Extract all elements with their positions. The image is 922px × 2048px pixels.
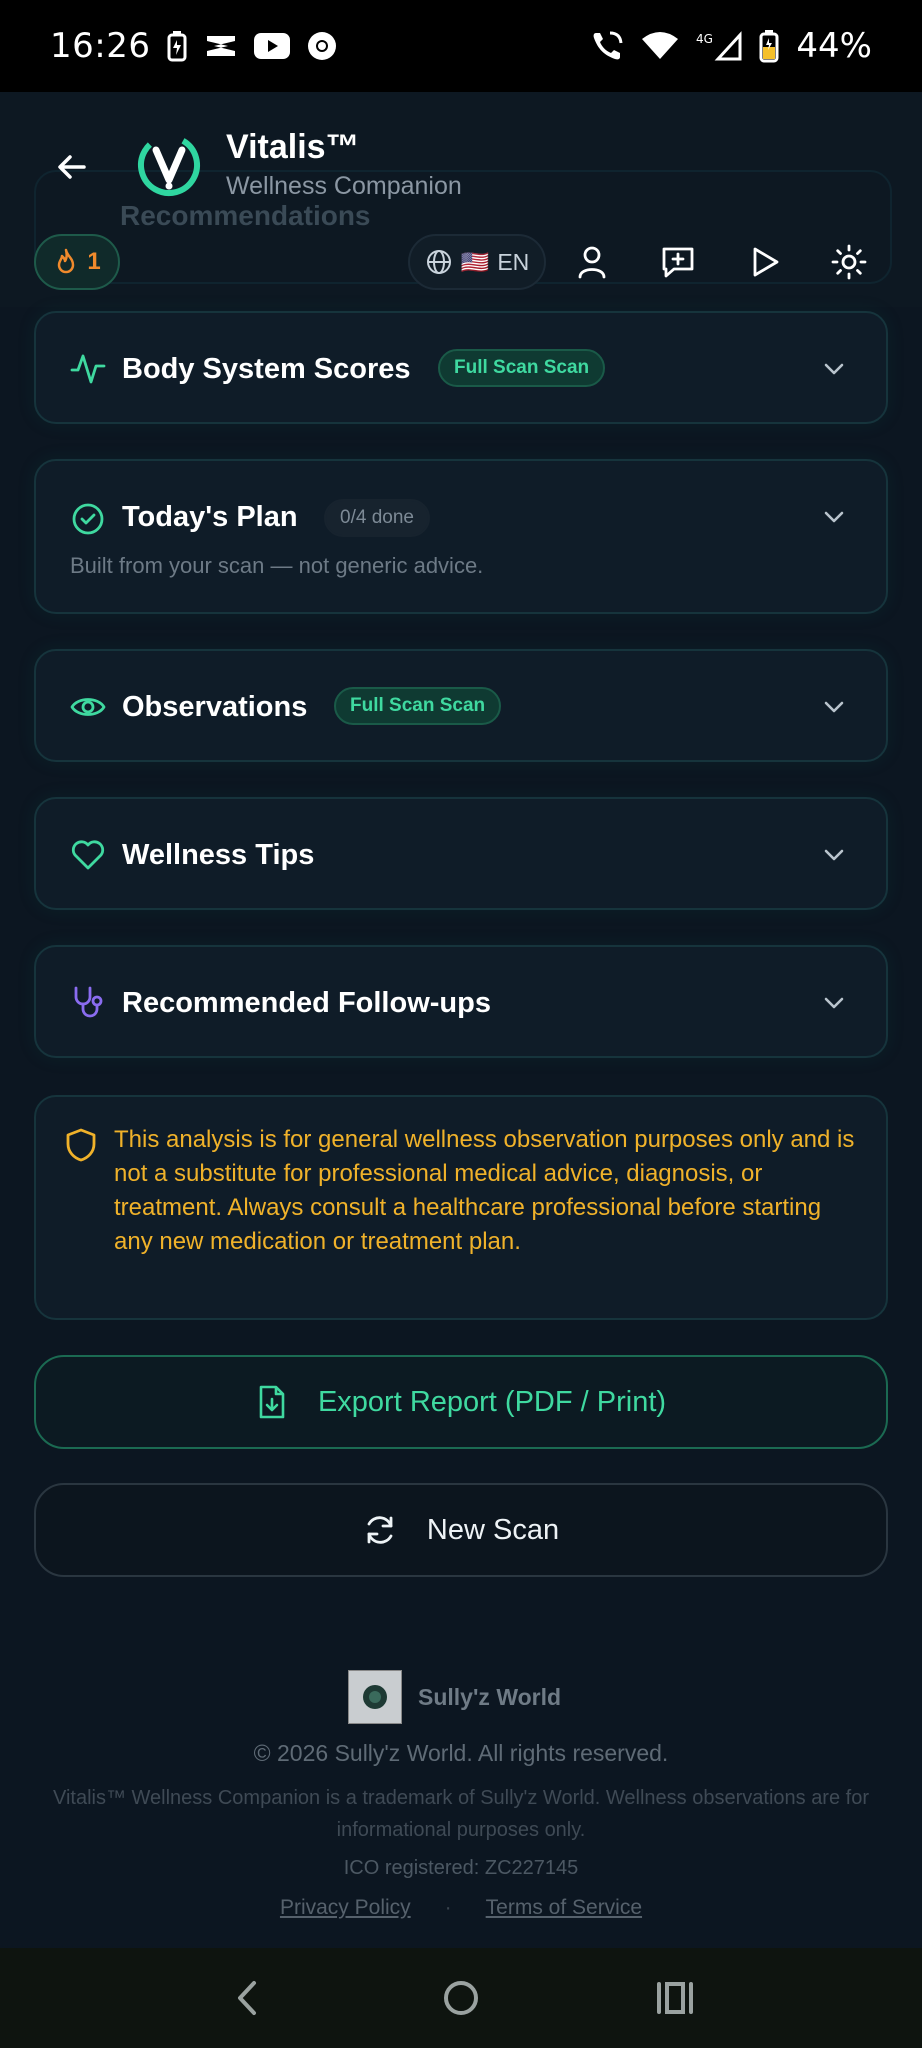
scan-type-badge: Full Scan Scan bbox=[438, 349, 606, 387]
user-icon bbox=[578, 246, 606, 279]
header-toolbar: 1 🇺🇸 EN bbox=[0, 232, 922, 294]
card-subtitle: Built from your scan — not generic advic… bbox=[70, 553, 484, 578]
chevron-left-icon bbox=[238, 1981, 256, 2015]
link-separator: · bbox=[444, 1896, 452, 1919]
profile-button[interactable] bbox=[572, 242, 612, 282]
play-button[interactable] bbox=[745, 242, 785, 282]
check-circle-icon bbox=[70, 501, 106, 537]
status-bar: 16:26 4G 44% bbox=[0, 0, 922, 92]
svg-text:4G: 4G bbox=[696, 32, 713, 46]
copyright-text: © 2026 Sully'z World. All rights reserve… bbox=[253, 1740, 669, 1766]
chevron-down-icon bbox=[824, 849, 844, 861]
system-nav-bar bbox=[0, 1948, 922, 2048]
new-scan-button[interactable]: New Scan bbox=[34, 1483, 888, 1577]
refresh-icon bbox=[367, 1516, 393, 1544]
brand-name: Sully'z World bbox=[418, 1683, 562, 1710]
card-title: Wellness Tips bbox=[122, 839, 315, 871]
status-time: 16:26 bbox=[50, 26, 151, 66]
card-title: Recommended Follow-ups bbox=[122, 987, 491, 1019]
wifi-call-icon bbox=[590, 29, 624, 63]
feedback-button[interactable] bbox=[658, 242, 698, 282]
ico-registration: ICO registered: ZC227145 bbox=[343, 1857, 579, 1879]
youtube-icon bbox=[254, 33, 291, 59]
signal-icon: 4G bbox=[696, 31, 742, 61]
medical-disclaimer: This analysis is for general wellness ob… bbox=[34, 1095, 888, 1320]
play-icon bbox=[753, 247, 779, 277]
language-selector[interactable]: 🇺🇸 EN bbox=[408, 234, 546, 290]
terms-of-service-link[interactable]: Terms of Service bbox=[486, 1896, 642, 1920]
chevron-down-icon bbox=[824, 997, 844, 1009]
disclaimer-text: This analysis is for general wellness ob… bbox=[114, 1126, 855, 1255]
card-title: Today's Plan bbox=[122, 501, 298, 533]
battery-charging-icon bbox=[166, 30, 188, 62]
card-wellness-tips[interactable]: Wellness Tips bbox=[34, 797, 888, 910]
system-home-button[interactable] bbox=[439, 1976, 483, 2020]
card-title: Observations bbox=[122, 691, 308, 723]
globe-icon bbox=[426, 250, 451, 274]
theme-toggle-button[interactable] bbox=[829, 242, 869, 282]
wifi-icon bbox=[640, 31, 680, 61]
message-plus-icon bbox=[662, 247, 694, 278]
chevron-down-icon bbox=[824, 363, 844, 375]
scan-type-badge: Full Scan Scan bbox=[334, 687, 502, 725]
card-body-system-scores[interactable]: Body System Scores Full Scan Scan bbox=[34, 311, 888, 424]
system-back-button[interactable] bbox=[225, 1976, 269, 2020]
card-todays-plan[interactable]: Today's Plan 0/4 done Built from your sc… bbox=[34, 459, 888, 614]
recents-icon bbox=[657, 1982, 693, 2014]
app-subtitle: Wellness Companion bbox=[226, 172, 462, 200]
privacy-policy-link[interactable]: Privacy Policy bbox=[280, 1896, 411, 1920]
battery-icon bbox=[758, 29, 780, 63]
back-button[interactable] bbox=[52, 147, 92, 187]
file-download-icon bbox=[259, 1385, 285, 1419]
language-code: EN bbox=[497, 248, 530, 275]
sullyz-world-logo bbox=[348, 1670, 402, 1724]
battery-percentage: 44% bbox=[796, 26, 872, 66]
footer-brand: Sully'z World bbox=[348, 1670, 561, 1724]
card-title: Body System Scores bbox=[122, 353, 411, 385]
arrow-left-icon bbox=[58, 155, 86, 179]
chrome-icon bbox=[306, 30, 338, 62]
heart-icon bbox=[70, 837, 106, 873]
streak-badge[interactable]: 1 bbox=[34, 234, 120, 290]
card-observations[interactable]: Observations Full Scan Scan bbox=[34, 649, 888, 762]
sun-icon bbox=[831, 244, 867, 280]
footer-links: Privacy Policy · Terms of Service bbox=[0, 1896, 922, 1920]
eye-icon bbox=[70, 689, 106, 725]
flame-icon bbox=[58, 248, 75, 274]
capcut-icon bbox=[204, 32, 238, 60]
stethoscope-icon bbox=[70, 985, 106, 1021]
new-scan-label: New Scan bbox=[426, 1513, 560, 1546]
app-title: Vitalis™ bbox=[226, 128, 360, 166]
shield-icon bbox=[66, 1128, 96, 1162]
plan-progress-badge: 0/4 done bbox=[324, 499, 430, 537]
export-report-button[interactable]: Export Report (PDF / Print) bbox=[34, 1355, 888, 1449]
streak-count: 1 bbox=[87, 248, 101, 275]
activity-icon bbox=[70, 350, 106, 386]
vitalis-logo bbox=[134, 130, 204, 200]
export-report-label: Export Report (PDF / Print) bbox=[317, 1385, 667, 1418]
chevron-down-icon bbox=[824, 701, 844, 713]
trademark-text: Vitalis™ Wellness Companion is a tradema… bbox=[52, 1787, 869, 1841]
chevron-down-icon bbox=[824, 511, 844, 523]
home-circle-icon bbox=[444, 1981, 478, 2015]
language-flag: 🇺🇸 bbox=[460, 248, 490, 275]
system-recents-button[interactable] bbox=[653, 1976, 697, 2020]
card-recommended-follow-ups[interactable]: Recommended Follow-ups bbox=[34, 945, 888, 1058]
recommendations-label-behind: Recommendations bbox=[120, 200, 371, 231]
